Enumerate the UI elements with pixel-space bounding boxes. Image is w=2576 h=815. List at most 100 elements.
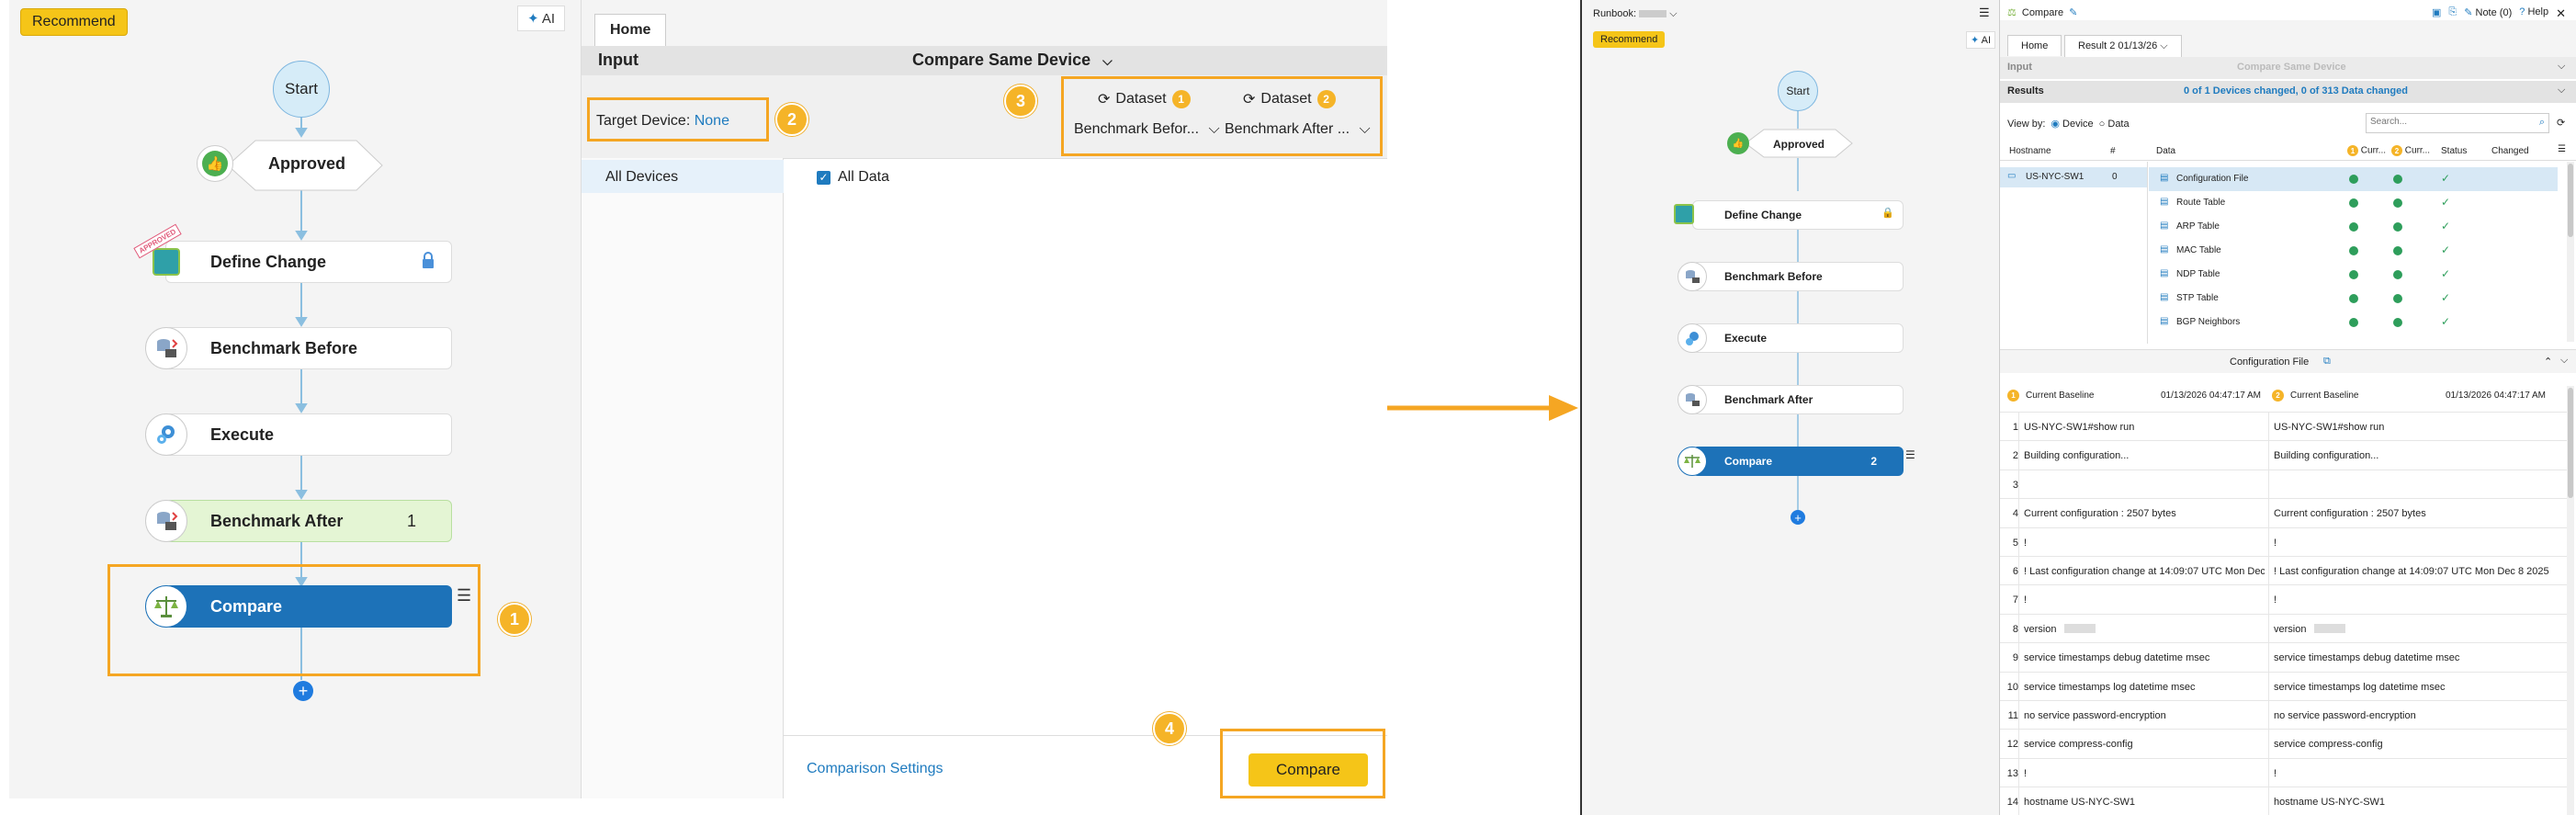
target-device-field[interactable]: Target Device: None bbox=[596, 113, 729, 130]
config-line-row: 13!! bbox=[2000, 757, 2567, 787]
refresh-icon[interactable]: ⟳ bbox=[2557, 117, 2565, 129]
search-icon[interactable]: ⌕ bbox=[2539, 117, 2545, 129]
help-icon: ? bbox=[2519, 6, 2525, 17]
line-number: 10 bbox=[2006, 681, 2018, 693]
node-menu-icon[interactable]: ☰ bbox=[1905, 448, 1915, 461]
table-row[interactable]: ▤ Route Table ✓ bbox=[2149, 191, 2558, 215]
config-line-row: 9 service timestamps debug datetime msec s… bbox=[2000, 642, 2567, 673]
line-number: 9 bbox=[2012, 652, 2018, 664]
table-row[interactable]: ▤ STP Table ✓ bbox=[2149, 287, 2558, 311]
execute-node[interactable]: Execute bbox=[1692, 323, 1904, 353]
file-icon: ▤ bbox=[2160, 244, 2169, 255]
add-node-icon[interactable]: + bbox=[1791, 510, 1805, 525]
scrollbar[interactable] bbox=[2567, 386, 2574, 815]
note-button[interactable]: ✎ Note (0) bbox=[2464, 6, 2512, 21]
table-row[interactable]: ▤ Configuration File ✓ bbox=[2149, 167, 2558, 191]
check-icon bbox=[2349, 270, 2358, 279]
start-node[interactable]: Start bbox=[1778, 71, 1818, 111]
col-curr2-label: Curr... bbox=[2404, 145, 2431, 156]
dataset2-select[interactable]: Benchmark After ... ⌵ bbox=[1225, 121, 1376, 138]
search-box[interactable]: ⌕ bbox=[2366, 113, 2549, 133]
save-icon[interactable]: ▣ bbox=[2432, 6, 2441, 21]
config-line-row: 8 version version bbox=[2000, 613, 2567, 643]
benchmark-after-node[interactable]: Benchmark After bbox=[1692, 385, 1904, 414]
table-row[interactable]: ▤ MAC Table ✓ bbox=[2149, 239, 2558, 263]
data-name-cell: STP Table bbox=[2176, 293, 2219, 303]
file-icon: ▤ bbox=[2160, 316, 2169, 326]
compare-node[interactable]: Compare 2 bbox=[1692, 447, 1904, 476]
config-line-row: 7!! bbox=[2000, 584, 2567, 615]
compare-button[interactable]: Compare bbox=[1248, 753, 1368, 787]
scrollbar[interactable] bbox=[2567, 162, 2574, 342]
benchmark-after-label: Benchmark After bbox=[210, 511, 344, 530]
line-right: ! bbox=[2274, 594, 2277, 606]
approved-icon: 👍 bbox=[197, 145, 233, 182]
view-device-radio[interactable]: ◉ Device bbox=[2051, 118, 2093, 130]
tab-home[interactable]: Home bbox=[594, 14, 667, 47]
status-check-icon: ✓ bbox=[2441, 196, 2451, 209]
file-icon: ▤ bbox=[2160, 268, 2169, 278]
scrollbar-thumb[interactable] bbox=[2568, 388, 2573, 498]
export-icon[interactable]: ⎘ bbox=[2448, 6, 2457, 21]
search-input[interactable] bbox=[2370, 117, 2526, 127]
benchmark-before-label: Benchmark Before bbox=[1724, 270, 1823, 283]
comparison-settings-link[interactable]: Comparison Settings bbox=[807, 761, 943, 777]
scale-icon bbox=[145, 585, 187, 628]
divider bbox=[2018, 585, 2019, 615]
table-row[interactable]: ▤ NDP Table ✓ bbox=[2149, 263, 2558, 287]
runbook-flow-panel: Recommend ✦ AI Start 👍 Approved Define C… bbox=[9, 0, 581, 798]
refresh-icon[interactable]: ⟳ bbox=[1243, 90, 1255, 108]
baseline-left-label: Current Baseline bbox=[2026, 391, 2095, 401]
table-row[interactable]: ▤ ARP Table ✓ bbox=[2149, 215, 2558, 239]
all-data-checkbox[interactable]: ✓ All Data bbox=[817, 169, 889, 186]
close-icon[interactable]: ✕ bbox=[2556, 6, 2566, 21]
status-check-icon: ✓ bbox=[2441, 243, 2451, 256]
chevron-up-icon[interactable]: ⌃ bbox=[2544, 356, 2552, 368]
all-devices-item[interactable]: All Devices bbox=[582, 160, 784, 193]
benchmark-after-node[interactable]: Benchmark After 1 bbox=[165, 500, 452, 542]
results-header[interactable]: Results 0 of 1 Devices changed, 0 of 313… bbox=[2000, 81, 2576, 103]
line-number: 1 bbox=[2012, 422, 2018, 433]
table-row[interactable]: ▤ BGP Neighbors ✓ bbox=[2149, 311, 2558, 334]
view-by-label: View by: bbox=[2007, 118, 2046, 130]
checkbox-checked-icon[interactable]: ✓ bbox=[817, 170, 830, 185]
view-by: View by: ◉ Device ○ Data bbox=[2007, 118, 2130, 130]
data-name-cell: ARP Table bbox=[2176, 221, 2220, 232]
tab-home[interactable]: Home bbox=[2007, 35, 2062, 56]
refresh-icon[interactable]: ⟳ bbox=[1098, 90, 1110, 108]
compare-type-select[interactable]: Compare Same Device ⌵ bbox=[912, 51, 1113, 70]
external-link-icon[interactable]: ⧉ bbox=[2323, 356, 2331, 368]
host-row[interactable]: ▭ US-NYC-SW1 0 bbox=[2000, 167, 2147, 187]
define-change-node[interactable]: Define Change bbox=[165, 241, 452, 283]
line-left: service timestamps log datetime msec bbox=[2024, 681, 2196, 693]
line-number: 4 bbox=[2012, 508, 2018, 520]
line-left: no service password-encryption bbox=[2024, 710, 2166, 721]
chevron-down-icon[interactable]: ⌵ bbox=[2560, 355, 2568, 367]
compare-node[interactable]: Compare bbox=[165, 585, 452, 628]
data-name-cell: Route Table bbox=[2176, 198, 2226, 208]
edit-icon[interactable]: ✎ bbox=[2069, 6, 2077, 18]
execute-node[interactable]: Execute bbox=[165, 413, 452, 456]
scrollbar-thumb[interactable] bbox=[2568, 164, 2573, 237]
dataset1-select[interactable]: Benchmark Befor... ⌵ bbox=[1074, 121, 1221, 138]
tab-result[interactable]: Result 2 01/13/26 ⌵ bbox=[2064, 35, 2182, 57]
view-data-radio[interactable]: ○ Data bbox=[2099, 119, 2130, 130]
target-device-value[interactable]: None bbox=[695, 113, 729, 129]
divider bbox=[2268, 413, 2269, 441]
benchmark-before-node[interactable]: Benchmark Before bbox=[165, 327, 452, 369]
config-file-title: Configuration File bbox=[2230, 357, 2310, 368]
curr2-badge: 2 bbox=[2391, 145, 2402, 156]
column-menu-icon[interactable]: ☰ bbox=[2558, 144, 2566, 154]
divider bbox=[2018, 614, 2019, 643]
input-header[interactable]: Input Compare Same Device ⌵ bbox=[2000, 57, 2576, 79]
benchmark-before-node[interactable]: Benchmark Before bbox=[1692, 262, 1904, 291]
add-node-icon[interactable]: + bbox=[293, 681, 313, 701]
col-curr1: 1 Curr... bbox=[2347, 145, 2386, 156]
dataset2-value: Benchmark After ... bbox=[1225, 121, 1350, 137]
define-change-node[interactable]: Define Change bbox=[1692, 200, 1904, 230]
divider bbox=[2268, 758, 2269, 787]
line-number: 3 bbox=[2012, 479, 2018, 491]
help-button[interactable]: ? Help bbox=[2519, 6, 2548, 21]
start-node[interactable]: Start bbox=[273, 61, 330, 118]
node-menu-icon[interactable]: ☰ bbox=[457, 586, 471, 606]
